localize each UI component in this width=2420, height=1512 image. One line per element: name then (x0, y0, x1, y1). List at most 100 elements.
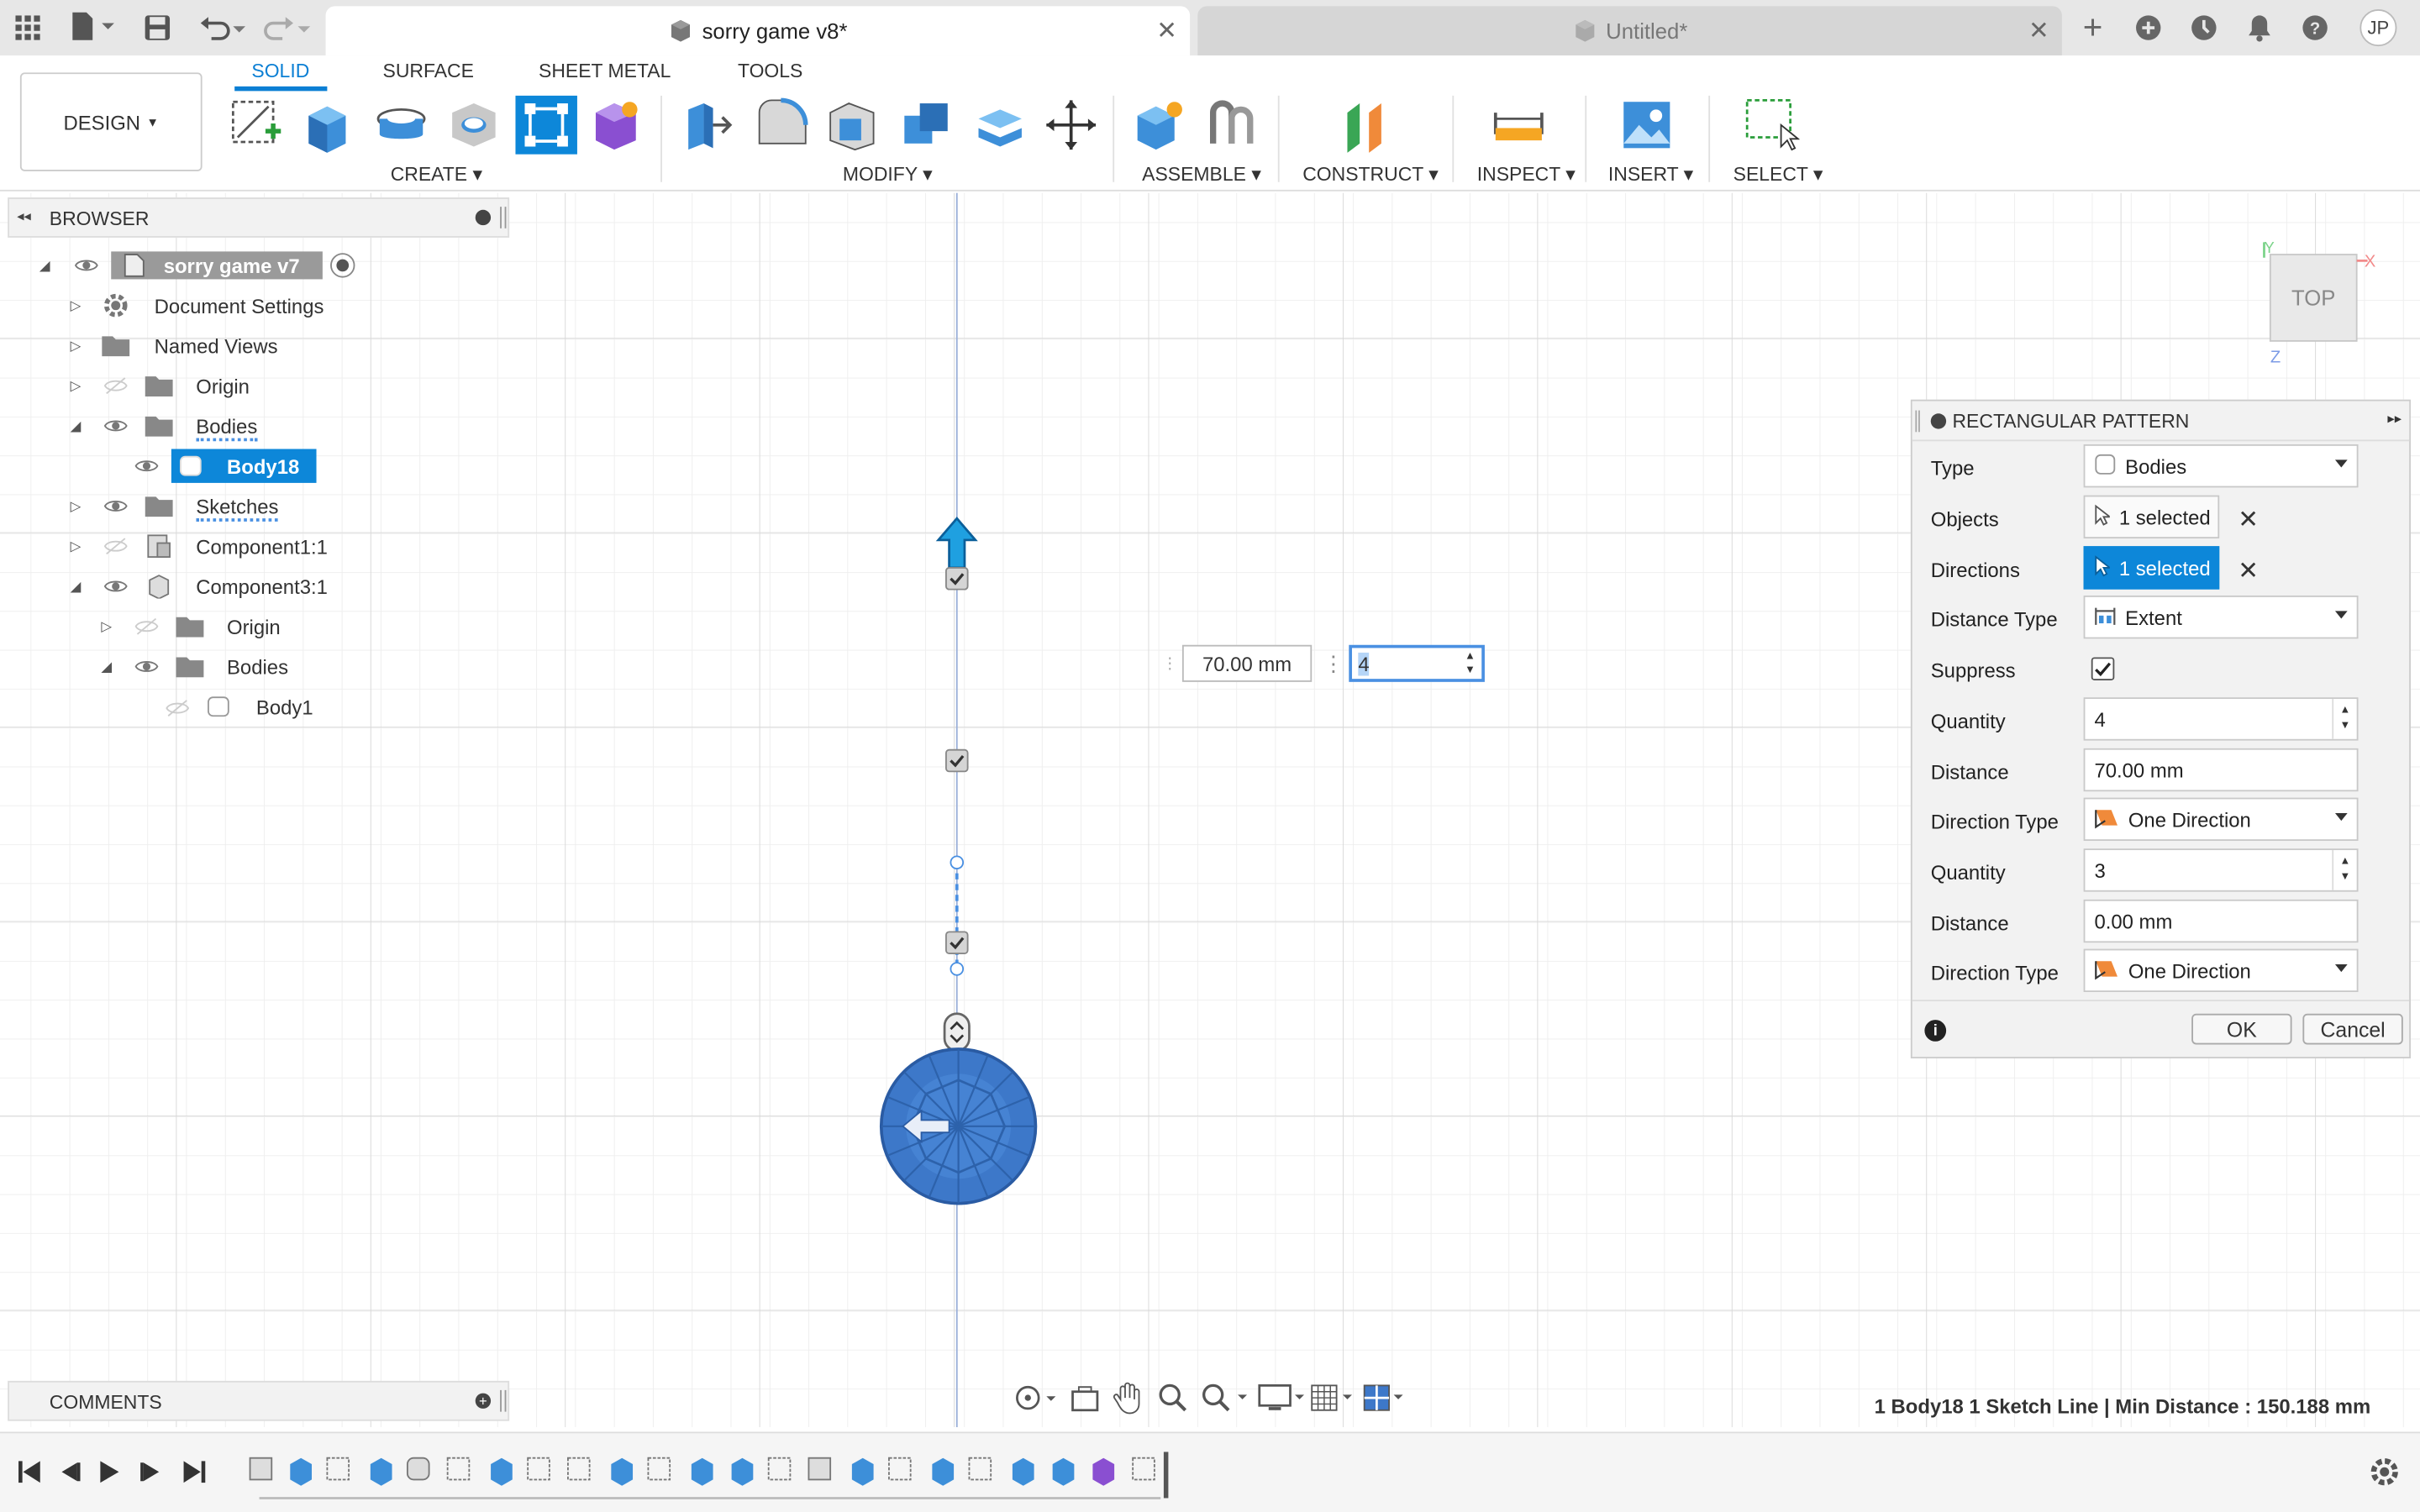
rectangular-pattern-icon[interactable] (515, 95, 577, 155)
file-menu-icon[interactable] (68, 11, 118, 42)
close-tab-icon[interactable]: ✕ (1153, 17, 1181, 45)
tree-root[interactable]: ◢ sorry game v7 (37, 249, 361, 282)
go-to-end-icon[interactable] (181, 1458, 208, 1494)
visibility-eye-icon[interactable] (72, 255, 100, 276)
move-copy-icon[interactable] (1044, 96, 1099, 155)
stepper-icon[interactable]: ▲ ▼ (1465, 649, 1476, 677)
hidden-eye-icon[interactable] (102, 535, 129, 557)
job-status-icon[interactable] (2188, 13, 2219, 44)
collapse-panel-icon[interactable]: ◂◂ (17, 208, 31, 225)
create-form-icon[interactable] (590, 96, 645, 155)
tree-item-named-views[interactable]: ▷ Named Views (68, 328, 346, 362)
viewcube[interactable]: TOP Y X Z (2250, 239, 2389, 370)
panel-resize-handle[interactable] (500, 207, 507, 228)
expanded-triangle-icon[interactable]: ◢ (37, 257, 52, 273)
user-avatar[interactable]: JP (2360, 9, 2397, 47)
direction-type1-select[interactable]: One Direction (2083, 797, 2359, 842)
help-icon[interactable]: ? (2300, 13, 2331, 44)
go-to-start-icon[interactable] (15, 1458, 43, 1494)
play-icon[interactable] (96, 1458, 124, 1494)
drag-handle-icon[interactable] (1915, 410, 1920, 433)
canvas-quantity-input[interactable]: 4 ▲ ▼ (1349, 644, 1485, 682)
fit-zoom-icon[interactable] (1201, 1383, 1250, 1421)
expand-dialog-icon[interactable]: ▸▸ (2387, 411, 2402, 428)
collapsed-triangle-icon[interactable]: ▷ (68, 297, 83, 312)
tree-item-origin[interactable]: ▷ Origin (68, 369, 346, 402)
quantity1-input[interactable]: 4 ▲ ▼ (2083, 697, 2359, 741)
hole-icon[interactable] (446, 96, 502, 155)
group-assemble-label[interactable]: ASSEMBLE ▾ (1142, 162, 1261, 186)
orbit-icon[interactable] (1011, 1381, 1057, 1423)
clear-directions-icon[interactable]: ✕ (2238, 555, 2259, 586)
body18-pawn[interactable] (878, 1046, 1039, 1206)
directions-selection-button[interactable]: 1 selected (2083, 546, 2220, 590)
collapsed-triangle-icon[interactable]: ▷ (68, 497, 83, 513)
chamfer-icon[interactable] (824, 96, 880, 155)
notifications-bell-icon[interactable] (2244, 13, 2275, 44)
group-insert-label[interactable]: INSERT ▾ (1608, 162, 1693, 186)
info-icon[interactable]: i (1924, 1020, 1947, 1042)
distance1-input[interactable]: 70.00 mm (2083, 748, 2359, 792)
direction-type2-select[interactable]: One Direction (2083, 948, 2359, 993)
ribbon-tab-surface[interactable]: SURFACE (383, 60, 474, 82)
hidden-eye-icon[interactable] (164, 697, 192, 719)
pattern-instance-checkbox[interactable] (944, 931, 969, 955)
tab-untitled[interactable]: Untitled* ✕ (1197, 6, 2062, 56)
dialog-header[interactable]: RECTANGULAR PATTERN ▸▸ (1912, 401, 2410, 442)
direction-arrow-handle[interactable] (934, 515, 980, 574)
close-tab-icon[interactable]: ✕ (2025, 17, 2053, 45)
objects-selection-button[interactable]: 1 selected (2083, 495, 2220, 539)
select-window-icon[interactable] (1744, 96, 1800, 155)
combine-icon[interactable] (898, 96, 954, 155)
expanded-triangle-icon[interactable]: ◢ (99, 658, 114, 674)
expanded-triangle-icon[interactable]: ◢ (68, 578, 83, 594)
selected-sketch-line[interactable] (944, 855, 969, 979)
group-construct-label[interactable]: CONSTRUCT ▾ (1302, 162, 1439, 186)
timeline-settings-gear-icon[interactable] (2369, 1457, 2400, 1495)
collapsed-triangle-icon[interactable]: ▷ (68, 337, 83, 353)
quantity1-stepper-icon[interactable]: ▲ ▼ (2332, 699, 2356, 739)
ribbon-tab-solid[interactable]: SOLID (251, 60, 309, 82)
tree-item-component1[interactable]: ▷ Component1:1 (68, 529, 346, 563)
distance2-input[interactable]: 0.00 mm (2083, 899, 2359, 943)
group-modify-label[interactable]: MODIFY ▾ (843, 162, 933, 186)
extrude-icon[interactable] (299, 96, 355, 155)
pattern-instance-checkbox[interactable] (944, 566, 969, 591)
quantity2-input[interactable]: 3 ▲ ▼ (2083, 848, 2359, 892)
activate-radio-icon[interactable] (330, 253, 355, 278)
visibility-eye-icon[interactable] (133, 656, 160, 678)
more-options-icon[interactable]: ⋮ (1323, 645, 1344, 682)
workspace-switcher[interactable]: DESIGN ▼ (19, 72, 203, 171)
look-at-icon[interactable] (1070, 1383, 1101, 1421)
redo-icon[interactable] (262, 13, 312, 44)
new-tab-icon[interactable]: + (2077, 8, 2108, 46)
timeline-features[interactable] (247, 1452, 1173, 1501)
tree-item-document-settings[interactable]: ▷ Document Settings (68, 288, 346, 322)
app-grid-icon[interactable] (14, 14, 42, 42)
create-sketch-icon[interactable] (229, 96, 284, 155)
insert-image-icon[interactable] (1619, 96, 1675, 155)
visibility-eye-icon[interactable] (102, 415, 129, 437)
step-forward-icon[interactable] (137, 1458, 165, 1494)
offset-face-icon[interactable] (972, 96, 1028, 155)
cancel-button[interactable]: Cancel (2302, 1013, 2403, 1045)
pattern-instance-checkbox[interactable] (944, 748, 969, 773)
tree-item-origin-nested[interactable]: ▷ Origin (99, 610, 346, 643)
save-icon[interactable] (142, 13, 173, 44)
group-inspect-label[interactable]: INSPECT ▾ (1477, 162, 1576, 186)
visibility-eye-icon[interactable] (133, 455, 160, 477)
ok-button[interactable]: OK (2191, 1013, 2292, 1045)
undo-icon[interactable] (197, 13, 247, 44)
distance-type-select[interactable]: Extent (2083, 595, 2359, 639)
tree-item-body18[interactable]: Body18 (129, 449, 323, 483)
drag-grip-icon[interactable]: ⋮ (1162, 645, 1181, 682)
quantity2-stepper-icon[interactable]: ▲ ▼ (2332, 850, 2356, 890)
step-back-icon[interactable] (55, 1458, 83, 1494)
display-settings-icon[interactable] (1258, 1383, 1307, 1421)
joint-icon[interactable] (1204, 96, 1260, 155)
ribbon-tab-tools[interactable]: TOOLS (738, 60, 802, 82)
grid-settings-icon[interactable] (1310, 1383, 1360, 1421)
tree-item-component3[interactable]: ◢ Component3:1 (68, 570, 346, 603)
tree-item-bodies-nested[interactable]: ◢ Bodies (99, 649, 346, 683)
panel-resize-handle[interactable] (500, 1389, 507, 1412)
